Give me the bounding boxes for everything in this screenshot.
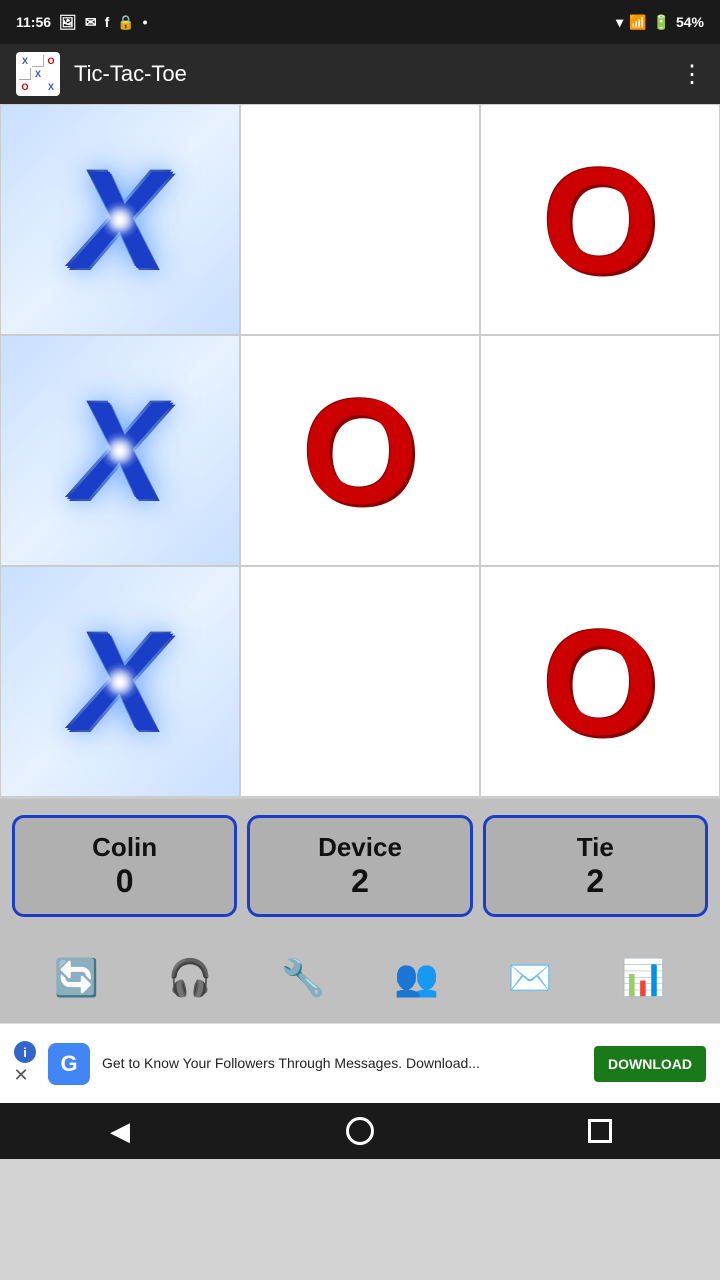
ad-info-icon: i — [14, 1041, 36, 1063]
nav-recent-button[interactable] — [570, 1111, 630, 1151]
chart-icon: 📊 — [621, 957, 666, 999]
recent-icon — [588, 1119, 612, 1143]
battery-percent: 54% — [676, 14, 704, 30]
sparkle — [100, 200, 140, 240]
menu-button[interactable]: ⋮ — [680, 60, 704, 89]
icon-cell — [45, 68, 57, 80]
icon-cell: O — [19, 81, 31, 93]
settings-icon: 🔧 — [281, 957, 326, 999]
email-icon: ✉️ — [508, 957, 553, 999]
app-icon: X O X O X — [16, 52, 60, 96]
ad-text: Get to Know Your Followers Through Messa… — [102, 1054, 582, 1074]
cell-8[interactable]: O — [480, 566, 720, 797]
ad-download-button[interactable]: DOWNLOAD — [594, 1046, 706, 1082]
refresh-icon: 🔄 — [54, 957, 99, 999]
players-icon: 👥 — [394, 957, 439, 999]
score-name-device: Device — [318, 832, 402, 863]
status-left: 11:56 🖼 ✉ f 🔒 • — [16, 14, 148, 31]
ad-banner: i ✕ G Get to Know Your Followers Through… — [0, 1023, 720, 1103]
notification-icon: 🖼 — [59, 14, 77, 31]
cell-3[interactable]: X — [0, 335, 240, 566]
nav-bar: ◀ — [0, 1103, 720, 1159]
score-value-device: 2 — [351, 863, 369, 900]
score-value-colin: 0 — [116, 863, 134, 900]
o-mark: O — [302, 376, 419, 526]
chart-button[interactable]: 📊 — [608, 943, 678, 1013]
back-icon: ◀ — [110, 1116, 130, 1147]
x-mark: X — [1, 336, 239, 565]
sparkle — [100, 431, 140, 471]
x-mark: X — [1, 105, 239, 334]
score-device: Device 2 — [247, 815, 472, 917]
score-colin: Colin 0 — [12, 815, 237, 917]
icon-cell: X — [32, 68, 44, 80]
lock-icon: 🔒 — [117, 14, 134, 31]
bottom-toolbar: 🔄 🎧 🔧 👥 ✉️ 📊 — [0, 933, 720, 1023]
cell-6[interactable]: X — [0, 566, 240, 797]
cell-1[interactable] — [240, 104, 480, 335]
o-mark: O — [542, 607, 659, 757]
nav-home-button[interactable] — [330, 1111, 390, 1151]
icon-cell: O — [45, 55, 57, 67]
x-mark: X — [1, 567, 239, 796]
status-time: 11:56 — [16, 14, 51, 30]
score-section: Colin 0 Device 2 Tie 2 — [0, 799, 720, 933]
cell-5[interactable] — [480, 335, 720, 566]
app-title: Tic-Tac-Toe — [74, 61, 680, 87]
game-board: X O X O X O — [0, 104, 720, 799]
ad-logo: G — [48, 1043, 90, 1085]
o-mark: O — [542, 145, 659, 295]
icon-cell: X — [19, 55, 31, 67]
email-icon: ✉ — [85, 14, 97, 31]
settings-button[interactable]: 🔧 — [268, 943, 338, 1013]
icon-cell: X — [45, 81, 57, 93]
cell-0[interactable]: X — [0, 104, 240, 335]
ad-close-button[interactable]: ✕ — [13, 1065, 28, 1086]
status-bar: 11:56 🖼 ✉ f 🔒 • ▾ 📶 🔋 54% — [0, 0, 720, 44]
status-right: ▾ 📶 🔋 54% — [616, 14, 704, 31]
battery-icon: 🔋 — [653, 14, 670, 31]
email-button[interactable]: ✉️ — [495, 943, 565, 1013]
audio-button[interactable]: 🎧 — [155, 943, 225, 1013]
fb-icon: f — [105, 14, 110, 30]
app-bar: X O X O X Tic-Tac-Toe ⋮ — [0, 44, 720, 104]
refresh-button[interactable]: 🔄 — [42, 943, 112, 1013]
audio-icon: 🎧 — [168, 957, 213, 999]
sparkle — [100, 662, 140, 702]
cell-2[interactable]: O — [480, 104, 720, 335]
icon-cell — [19, 68, 31, 80]
nav-back-button[interactable]: ◀ — [90, 1111, 150, 1151]
cell-7[interactable] — [240, 566, 480, 797]
home-icon — [346, 1117, 374, 1145]
players-button[interactable]: 👥 — [382, 943, 452, 1013]
signal-icon: 📶 — [629, 14, 646, 31]
cell-4[interactable]: O — [240, 335, 480, 566]
score-tie: Tie 2 — [483, 815, 708, 917]
score-name-colin: Colin — [92, 832, 157, 863]
score-name-tie: Tie — [577, 832, 614, 863]
icon-cell — [32, 81, 44, 93]
wifi-icon: ▾ — [616, 14, 623, 31]
icon-cell — [32, 55, 44, 67]
dot-icon: • — [143, 14, 148, 30]
score-value-tie: 2 — [586, 863, 604, 900]
